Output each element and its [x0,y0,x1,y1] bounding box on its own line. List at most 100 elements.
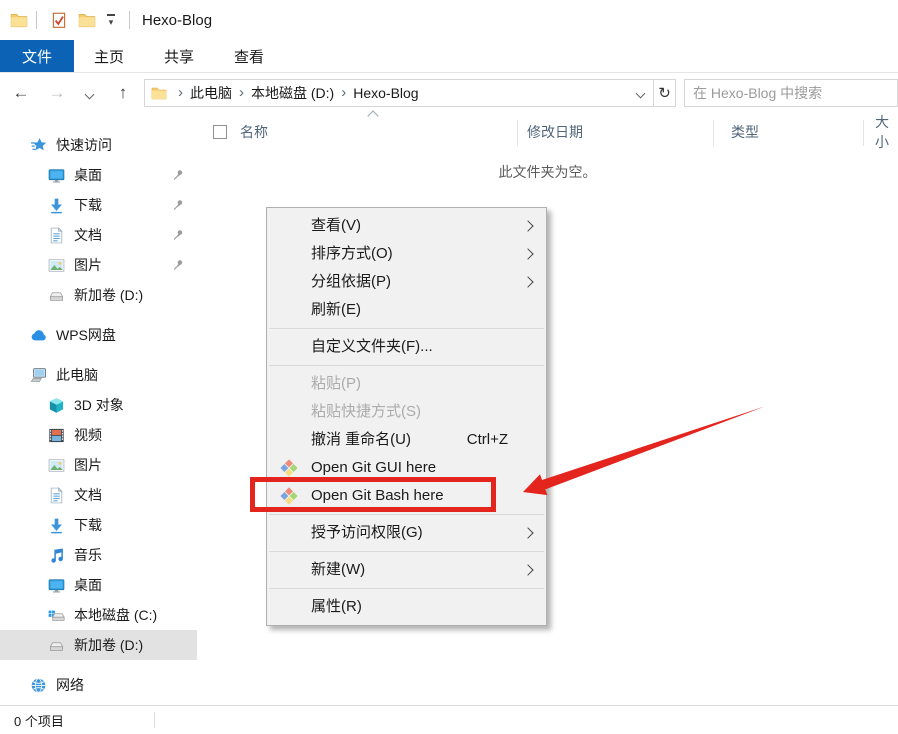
sidebar-item-drive-d[interactable]: 新加卷 (D:) [0,630,197,660]
sidebar-item-label: 快速访问 [56,135,112,155]
search-box [684,79,898,107]
menu-item-label: 分组依据(P) [311,273,391,290]
menu-separator [269,551,544,552]
breadcrumb-separator: › [171,84,190,101]
menu-item-customize-folder[interactable]: 自定义文件夹(F)... [267,333,546,361]
select-all-checkbox[interactable] [213,117,227,147]
breadcrumb-this-pc[interactable]: 此电脑 [190,83,232,103]
folder-icon [151,85,167,101]
sidebar-item-downloads[interactable]: 下载 [0,190,197,220]
menu-item-give-access[interactable]: 授予访问权限(G) [267,519,546,547]
empty-folder-message: 此文件夹为空。 [197,162,898,182]
column-divider[interactable] [713,120,714,146]
menu-item-properties[interactable]: 属性(R) [267,593,546,621]
sidebar-item-desktop[interactable]: 桌面 [0,160,197,190]
properties-quick-button[interactable] [45,7,73,33]
menu-item-refresh[interactable]: 刷新(E) [267,296,546,324]
drive-windows-icon [48,607,65,624]
tab-home[interactable]: 主页 [74,40,144,72]
customize-toolbar-button[interactable]: ▾ [101,14,121,26]
column-header-name[interactable]: 名称 [240,117,268,147]
submenu-arrow-icon [522,276,533,287]
menu-item-label: Open Git GUI here [311,459,436,476]
menu-item-new[interactable]: 新建(W) [267,556,546,584]
sidebar-item-label: 新加卷 (D:) [74,285,143,305]
navigation-bar: ← → ↑ › 此电脑 › 本地磁盘 (D:) › Hexo-Blog ↻ [0,73,898,112]
sidebar-item-documents[interactable]: 文档 [0,220,197,250]
divider [36,11,37,29]
sidebar-item-downloads-pc[interactable]: 下载 [0,510,197,540]
forward-button[interactable]: → [44,83,70,103]
sidebar-item-label: 3D 对象 [74,395,124,415]
sidebar-item-quick-access[interactable]: 快速访问 [0,130,197,160]
sidebar-item-drive-c[interactable]: 本地磁盘 (C:) [0,600,197,630]
sidebar-item-label: 图片 [74,455,102,475]
menu-separator [269,588,544,589]
chevron-down-icon [84,89,94,99]
sidebar-item-drive-d-recent[interactable]: 新加卷 (D:) [0,280,197,310]
status-bar: 0 个项目 [0,705,898,734]
tab-share[interactable]: 共享 [144,40,214,72]
menu-separator [269,514,544,515]
sidebar-item-wps-cloud[interactable]: WPS网盘 [0,320,197,350]
submenu-arrow-icon [522,564,533,575]
column-divider[interactable] [517,120,518,146]
annotation-highlight-box [250,477,496,512]
sidebar-item-pictures-pc[interactable]: 图片 [0,450,197,480]
sidebar-item-music[interactable]: 音乐 [0,540,197,570]
menu-item-label: 自定义文件夹(F)... [311,338,433,355]
submenu-arrow-icon [522,220,533,231]
sidebar-item-pictures[interactable]: 图片 [0,250,197,280]
new-folder-quick-button[interactable] [73,7,101,33]
sidebar-item-label: 文档 [74,225,102,245]
menu-item-paste[interactable]: 粘贴(P) [267,370,546,398]
menu-item-group-by[interactable]: 分组依据(P) [267,268,546,296]
sidebar-item-label: 桌面 [74,165,102,185]
column-header-size[interactable]: 大小 [875,117,898,147]
address-bar[interactable]: › 此电脑 › 本地磁盘 (D:) › Hexo-Blog [144,79,654,107]
sidebar-item-3d-objects[interactable]: 3D 对象 [0,390,197,420]
window-title: Hexo-Blog [142,12,212,29]
tab-view[interactable]: 查看 [214,40,284,72]
film-icon [48,427,65,444]
breadcrumb-hexo-blog[interactable]: Hexo-Blog [353,85,418,101]
sidebar-item-label: 下载 [74,195,102,215]
menu-item-view[interactable]: 查看(V) [267,212,546,240]
sidebar-item-label: 网络 [56,675,84,695]
tab-file[interactable]: 文件 [0,40,74,72]
search-input[interactable] [685,80,897,106]
column-header-type[interactable]: 类型 [731,117,759,147]
refresh-button[interactable]: ↻ [654,79,676,107]
checkbox-icon [213,125,227,139]
properties-check-icon [50,11,68,29]
menu-separator [269,328,544,329]
sidebar-item-videos[interactable]: 视频 [0,420,197,450]
sidebar-item-label: WPS网盘 [56,325,116,345]
divider [154,712,155,728]
recent-locations-button[interactable] [76,83,102,103]
menu-item-label: 刷新(E) [311,301,361,318]
sidebar-item-desktop-pc[interactable]: 桌面 [0,570,197,600]
menu-item-undo-rename[interactable]: 撤消 重命名(U) Ctrl+Z [267,426,546,454]
document-icon [48,487,65,504]
column-header-date[interactable]: 修改日期 [527,117,583,147]
sidebar-item-label: 图片 [74,255,102,275]
window-folder-icon [10,11,28,29]
up-button[interactable]: ↑ [110,83,136,103]
address-dropdown-button[interactable] [628,84,653,102]
sidebar-item-documents-pc[interactable]: 文档 [0,480,197,510]
quick-access-star-icon [30,137,47,154]
column-divider[interactable] [863,120,864,146]
explorer-window: ▾ Hexo-Blog 文件 主页 共享 查看 ← → ↑ › 此电脑 › 本地… [0,0,898,734]
sidebar-item-network[interactable]: 网络 [0,670,197,700]
cube-icon [48,397,65,414]
sidebar-item-this-pc[interactable]: 此电脑 [0,360,197,390]
menu-item-paste-shortcut[interactable]: 粘贴快捷方式(S) [267,398,546,426]
pin-icon [171,258,185,272]
menu-item-label: 授予访问权限(G) [311,524,423,541]
computer-icon [30,367,47,384]
back-button[interactable]: ← [8,83,34,103]
menu-item-label: 粘贴(P) [311,375,361,392]
menu-item-sort-by[interactable]: 排序方式(O) [267,240,546,268]
breadcrumb-drive-d[interactable]: 本地磁盘 (D:) [251,83,334,103]
